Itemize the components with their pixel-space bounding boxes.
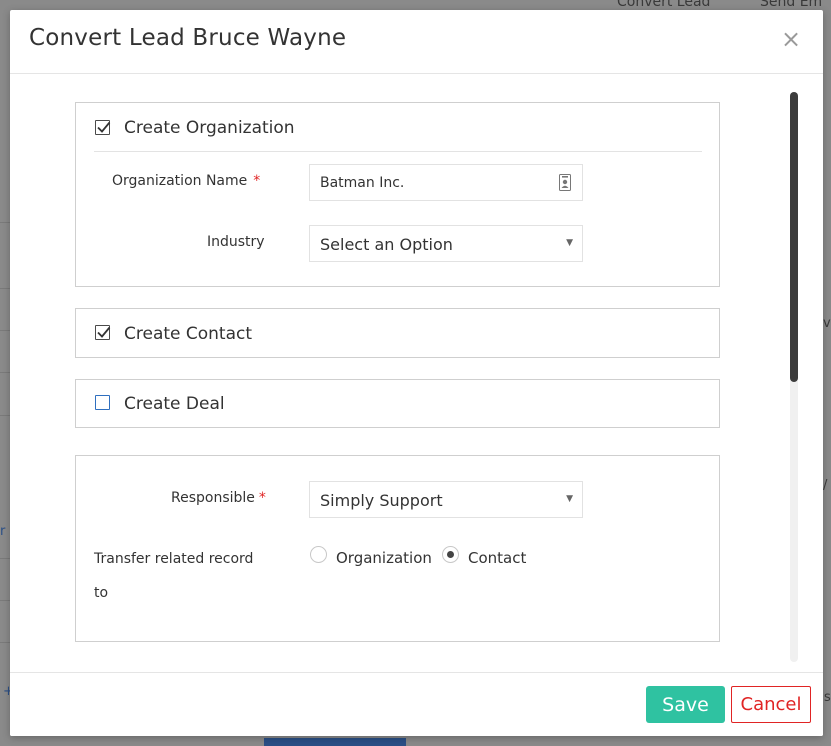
create-deal-checkbox[interactable] (95, 395, 110, 410)
industry-select-value: Select an Option (320, 235, 453, 254)
organization-name-label: Organization Name * (112, 173, 260, 189)
panel-divider (94, 151, 702, 152)
assignment-panel: Responsible * Simply Support ▼ Transfer r… (75, 455, 720, 642)
modal-title: Convert Lead Bruce Wayne (29, 25, 347, 51)
create-organization-checkbox[interactable] (95, 120, 111, 135)
bg-left-fragment: r (0, 524, 6, 539)
organization-name-input[interactable]: Batman Inc. (309, 164, 583, 201)
bg-divider (0, 415, 10, 416)
transfer-related-label-to: to (94, 585, 109, 601)
transfer-related-label: Transfer related record (94, 551, 254, 567)
transfer-organization-label: Organization (336, 549, 432, 567)
bg-bottom-bar (264, 738, 406, 746)
scrollbar-thumb[interactable] (790, 92, 798, 382)
contact-card-icon[interactable] (559, 174, 571, 191)
transfer-contact-radio[interactable] (442, 546, 459, 563)
responsible-select-value: Simply Support (320, 491, 443, 510)
contact-panel: Create Contact (75, 308, 720, 358)
bg-right-fragment: vi (823, 316, 831, 331)
bg-divider (0, 600, 10, 601)
create-organization-label: Create Organization (124, 118, 295, 138)
bg-divider (0, 330, 10, 331)
bg-convert-lead-link: Convert Lead (617, 0, 711, 10)
create-contact-label: Create Contact (124, 324, 253, 344)
organization-panel: Create Organization Organization Name * B… (75, 102, 720, 287)
save-button[interactable]: Save (646, 686, 725, 723)
responsible-label-text: Responsible (171, 490, 255, 506)
checkmark-icon (97, 326, 111, 338)
required-asterisk: * (253, 173, 261, 189)
caret-down-icon: ▼ (566, 238, 573, 248)
modal-footer: Save Cancel (10, 672, 823, 736)
close-icon[interactable]: × (780, 26, 802, 52)
bg-divider (0, 288, 10, 289)
industry-select[interactable]: Select an Option ▼ (309, 225, 583, 262)
required-asterisk: * (258, 490, 266, 506)
bg-right-fragment: / (823, 478, 828, 493)
modal-header: Convert Lead Bruce Wayne × (10, 10, 823, 74)
bg-right-fragment: s (824, 690, 831, 705)
caret-down-icon: ▼ (566, 494, 573, 504)
create-deal-label: Create Deal (124, 394, 225, 414)
responsible-select[interactable]: Simply Support ▼ (309, 481, 583, 518)
responsible-label: Responsible * (171, 490, 266, 506)
transfer-contact-label: Contact (468, 549, 527, 567)
create-contact-checkbox[interactable] (95, 325, 111, 340)
industry-label: Industry (207, 234, 265, 250)
bg-divider (0, 372, 10, 373)
organization-name-label-text: Organization Name (112, 173, 248, 189)
deal-panel: Create Deal (75, 379, 720, 428)
checkmark-icon (97, 121, 111, 133)
bg-divider (0, 222, 10, 223)
convert-lead-modal: Convert Lead Bruce Wayne × Create Organi… (10, 10, 823, 736)
bg-send-email-link: Send Em (760, 0, 823, 10)
organization-name-value: Batman Inc. (320, 175, 405, 191)
bg-divider (0, 558, 10, 559)
modal-body: Create Organization Organization Name * B… (10, 75, 823, 672)
cancel-button[interactable]: Cancel (731, 686, 811, 723)
transfer-organization-radio[interactable] (310, 546, 327, 563)
bg-divider (0, 642, 10, 643)
